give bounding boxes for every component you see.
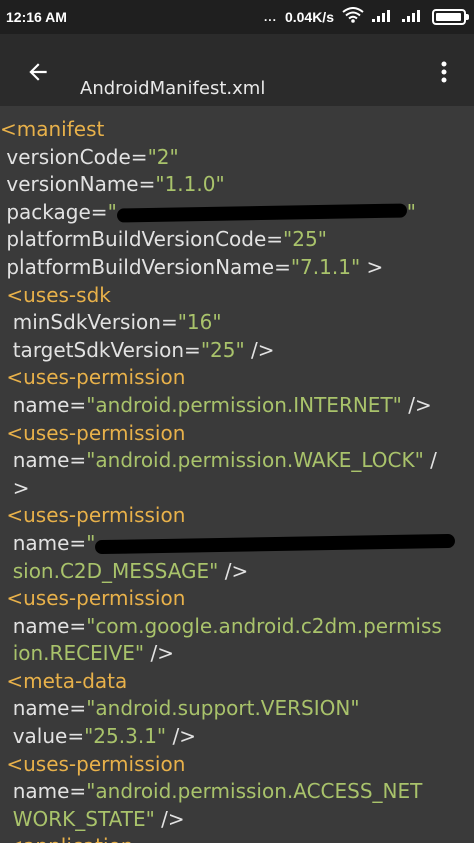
code-line: <uses-permission [0, 502, 474, 530]
code-line: name="android.permission.WAKE_LOCK" / [0, 447, 474, 475]
xml-attribute: name= [0, 530, 87, 555]
code-line: <uses-sdk [0, 282, 474, 310]
xml-text: > [360, 254, 384, 279]
xml-value: "android.permission.ACCESS_NET [86, 779, 423, 804]
xml-tag: <uses-permission [0, 586, 186, 611]
xml-attribute: name= [0, 392, 87, 417]
wifi-icon [342, 7, 364, 26]
xml-text: /> [218, 558, 249, 583]
status-indicators: ... 0.04K/s [263, 7, 469, 26]
code-line: <manifest [0, 116, 474, 144]
code-line: <meta-data [0, 668, 474, 696]
xml-value: "android.permission.INTERNET" [86, 392, 402, 417]
network-speed: 0.04K/s [284, 8, 334, 25]
xml-tag: <uses-permission [0, 420, 186, 445]
xml-text: /> [244, 337, 275, 362]
code-line: package=" " [0, 199, 474, 227]
more-vert-icon [441, 61, 447, 83]
xml-value: WORK_STATE" [0, 806, 155, 831]
xml-attribute: name= [0, 779, 87, 804]
code-line: <uses-permission [0, 364, 474, 392]
code-line: platformBuildVersionName="7.1.1" > [0, 254, 474, 282]
battery-icon [432, 8, 469, 25]
xml-attribute: value= [0, 724, 85, 749]
code-line: name=" [0, 530, 474, 558]
back-button[interactable] [18, 52, 58, 92]
xml-value: sion.C2D_MESSAGE" [0, 558, 219, 583]
file-title: AndroidManifest.xml [80, 78, 266, 99]
xml-value: "25" [283, 227, 327, 252]
code-line: sion.C2D_MESSAGE" /> [0, 558, 474, 586]
code-line: versionCode="2" [0, 144, 474, 172]
xml-text: /> [154, 806, 185, 831]
xml-tag: <uses-permission [0, 503, 186, 528]
xml-tag: <uses-permission [0, 365, 186, 390]
signal-icon-2 [402, 8, 424, 25]
xml-text: /> [144, 641, 174, 666]
xml-attribute: platformBuildVersionName= [0, 254, 291, 279]
xml-text: / [423, 448, 437, 473]
code-line: name="android.permission.INTERNET" /> [0, 392, 474, 420]
arrow-left-icon [29, 63, 47, 81]
xml-attribute: minSdkVersion= [0, 310, 178, 335]
code-line: ion.RECEIVE" /> [0, 640, 474, 668]
redacted-text [95, 534, 456, 555]
xml-value: "2" [147, 144, 179, 169]
xml-attribute: targetSdkVersion= [0, 337, 201, 362]
xml-value: " [107, 199, 117, 224]
status-bar: 12:16 AM ... 0.04K/s [0, 0, 474, 34]
code-line: minSdkVersion="16" [0, 309, 474, 337]
code-line: value="25.3.1" /> [0, 723, 474, 751]
xml-tag: <uses-permission [0, 751, 186, 776]
xml-value: " [406, 199, 416, 224]
code-line: WORK_STATE" /> [0, 806, 474, 834]
xml-value: " [86, 530, 96, 555]
code-line: <uses-permission [0, 585, 474, 613]
toolbar: AndroidManifest.xml [0, 34, 474, 106]
xml-attribute: versionCode= [0, 144, 148, 169]
code-line: > [0, 475, 474, 503]
xml-attribute: name= [0, 613, 87, 638]
battery-level [436, 12, 461, 21]
code-line: versionName="1.1.0" [0, 171, 474, 199]
more-options-button[interactable] [428, 52, 460, 92]
xml-attribute: versionName= [0, 172, 156, 197]
xml-value: "1.1.0" [155, 172, 225, 197]
xml-attribute: name= [0, 448, 87, 473]
xml-tag: <application [0, 834, 133, 843]
code-line: <uses-permission [0, 420, 474, 448]
xml-tag: <meta-data [0, 668, 128, 693]
redacted-text [116, 203, 407, 223]
xml-text: /> [166, 724, 196, 749]
xml-code-view[interactable]: <manifest versionCode="2" versionName="1… [0, 106, 474, 843]
xml-value: "16" [177, 310, 222, 335]
code-line: <application [0, 833, 474, 843]
code-line: name="android.permission.ACCESS_NET [0, 778, 474, 806]
xml-value: "android.permission.WAKE_LOCK" [86, 448, 424, 473]
code-line: targetSdkVersion="25" /> [0, 337, 474, 365]
xml-attribute: name= [0, 696, 87, 721]
xml-tag: <uses-sdk [0, 282, 111, 307]
notification-dots: ... [263, 9, 277, 24]
xml-value: "25" [200, 337, 245, 362]
xml-attribute: platformBuildVersionCode= [0, 227, 284, 252]
xml-tag: <manifest [0, 117, 105, 141]
xml-value: ion.RECEIVE" [0, 641, 145, 666]
code-line: platformBuildVersionCode="25" [0, 226, 474, 254]
xml-attribute: package= [0, 199, 108, 224]
xml-value: "7.1.1" [290, 254, 361, 279]
signal-icon [372, 8, 394, 25]
xml-value: "com.google.android.c2dm.permiss [86, 613, 442, 638]
xml-value: "25.3.1" [84, 724, 167, 749]
xml-value: "android.support.VERSION" [86, 696, 360, 721]
code-line: name="android.support.VERSION" [0, 695, 474, 723]
code-line: name="com.google.android.c2dm.permiss [0, 613, 474, 641]
xml-text: > [0, 475, 30, 500]
status-time: 12:16 AM [6, 9, 67, 25]
code-line: <uses-permission [0, 751, 474, 779]
xml-text: /> [401, 392, 432, 417]
